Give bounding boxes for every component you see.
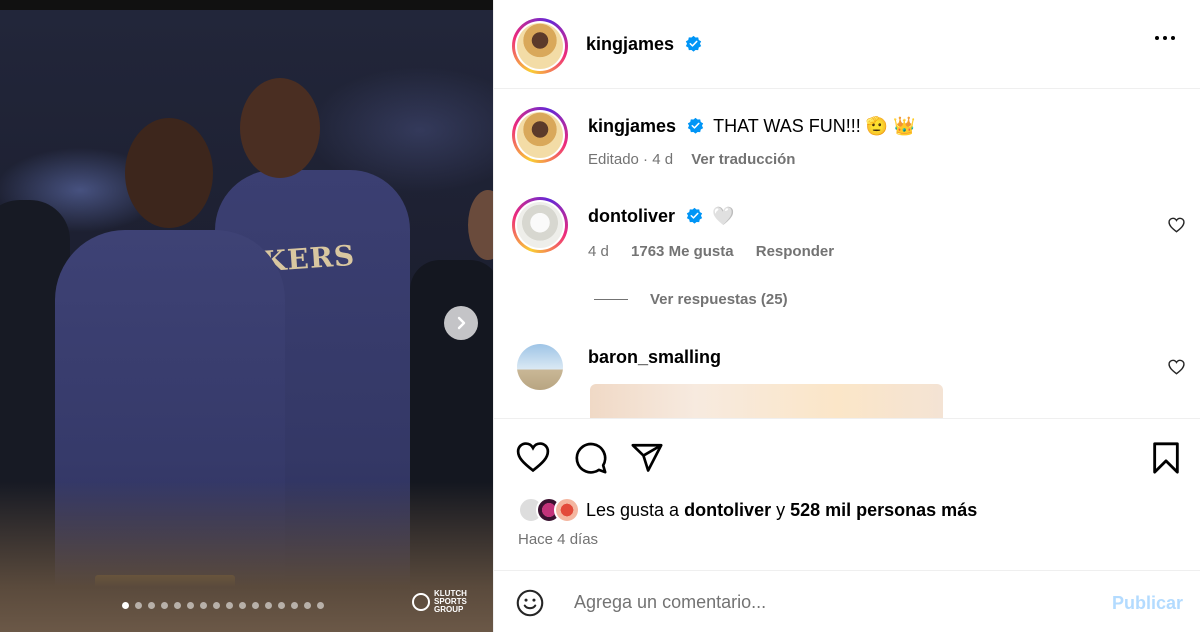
verified-badge-icon (687, 117, 704, 134)
comment-age: 4 d (588, 243, 609, 260)
bookmark-icon[interactable] (1151, 441, 1181, 475)
caption-meta: Editado · 4 d Ver traducción (588, 151, 795, 168)
caption-username[interactable]: kingjames (588, 116, 676, 136)
replies-divider (594, 299, 628, 300)
comment-avatar[interactable] (517, 344, 563, 390)
media-top-strip (0, 0, 493, 10)
author-avatar[interactable] (512, 18, 568, 74)
carousel-dot (213, 602, 220, 609)
bg-person-head (468, 190, 493, 260)
post-side-panel: kingjames kingjames THAT WAS FUN!!! 🫡 👑 … (493, 0, 1200, 632)
liker-avatars (518, 497, 580, 523)
more-horizontal-icon (1155, 36, 1159, 40)
send-icon[interactable] (630, 441, 664, 475)
player-left-head (125, 118, 213, 228)
instagram-post-view: KERS KLUTCH SPORTS GROUP kingjames kingj… (0, 0, 1200, 632)
verified-badge-icon (686, 207, 703, 224)
author-username[interactable]: kingjames (586, 34, 674, 54)
carousel-next-button[interactable] (444, 306, 478, 340)
watermark-text: KLUTCH SPORTS GROUP (434, 589, 467, 614)
comment-input[interactable] (574, 589, 1074, 615)
carousel-dot (252, 602, 259, 609)
caption-edited: Editado · 4 d (588, 151, 674, 168)
comment-likes[interactable]: 1763 Me gusta (631, 243, 734, 260)
likes-text: Les gusta a dontoliver y 528 mil persona… (586, 499, 978, 520)
liker-username[interactable]: dontoliver (684, 500, 771, 520)
watermark-logo: KLUTCH SPORTS GROUP (412, 590, 467, 614)
caption-line: kingjames THAT WAS FUN!!! 🫡 👑 (588, 116, 916, 137)
caption-text: THAT WAS FUN!!! 🫡 👑 (713, 116, 916, 136)
carousel-dot (161, 602, 168, 609)
post-media[interactable]: KERS KLUTCH SPORTS GROUP (0, 0, 493, 632)
comment-meta: 4 d 1763 Me gusta Responder (588, 243, 834, 260)
comment-image-preview (590, 384, 943, 418)
carousel-dot (265, 602, 272, 609)
carousel-dot (122, 602, 129, 609)
likes-count[interactable]: 528 mil personas más (790, 500, 977, 520)
comment-username[interactable]: dontoliver (588, 206, 675, 226)
likes-summary: Les gusta a dontoliver y 528 mil persona… (518, 497, 977, 523)
view-replies-button[interactable]: Ver respuestas (25) (594, 291, 788, 308)
carousel-dot (278, 602, 285, 609)
comment-like-icon[interactable] (1168, 359, 1185, 375)
carousel-dot (200, 602, 207, 609)
more-options-button[interactable] (1155, 36, 1175, 40)
comment-avatar[interactable] (512, 197, 568, 253)
comments-list: kingjames THAT WAS FUN!!! 🫡 👑 Editado · … (494, 89, 1200, 418)
comment-icon[interactable] (574, 441, 608, 475)
comment-username[interactable]: baron_smalling (588, 347, 721, 367)
publish-button[interactable]: Publicar (1112, 593, 1183, 614)
comment-like-icon[interactable] (1168, 217, 1185, 233)
carousel-dot (291, 602, 298, 609)
translate-link[interactable]: Ver traducción (691, 151, 795, 168)
post-timestamp[interactable]: Hace 4 días (518, 531, 598, 548)
post-photo: KERS (0, 10, 493, 632)
carousel-dot (148, 602, 155, 609)
watermark-icon (412, 593, 430, 611)
post-actions: Les gusta a dontoliver y 528 mil persona… (494, 418, 1200, 570)
add-comment-bar: Publicar (494, 570, 1200, 632)
view-replies-label: Ver respuestas (25) (650, 291, 788, 308)
carousel-indicators (122, 602, 324, 609)
reply-button[interactable]: Responder (756, 243, 834, 260)
verified-badge-icon (685, 35, 701, 52)
author-name-wrap: kingjames (586, 34, 702, 55)
post-header: kingjames (494, 0, 1200, 89)
carousel-dot (304, 602, 311, 609)
carousel-dot (239, 602, 246, 609)
comment-line: dontoliver 🤍 (588, 206, 734, 227)
heart-icon[interactable] (516, 441, 550, 473)
avatar[interactable] (554, 497, 580, 523)
comment-text: 🤍 (712, 206, 735, 226)
emoji-icon[interactable] (516, 589, 544, 617)
carousel-dot (174, 602, 181, 609)
chevron-right-icon (457, 316, 466, 330)
carousel-dot (226, 602, 233, 609)
caption-avatar[interactable] (512, 107, 568, 163)
carousel-dot (317, 602, 324, 609)
comment-line: baron_smalling (588, 347, 721, 368)
carousel-dot (135, 602, 142, 609)
carousel-dot (187, 602, 194, 609)
player-right-head (240, 78, 320, 178)
